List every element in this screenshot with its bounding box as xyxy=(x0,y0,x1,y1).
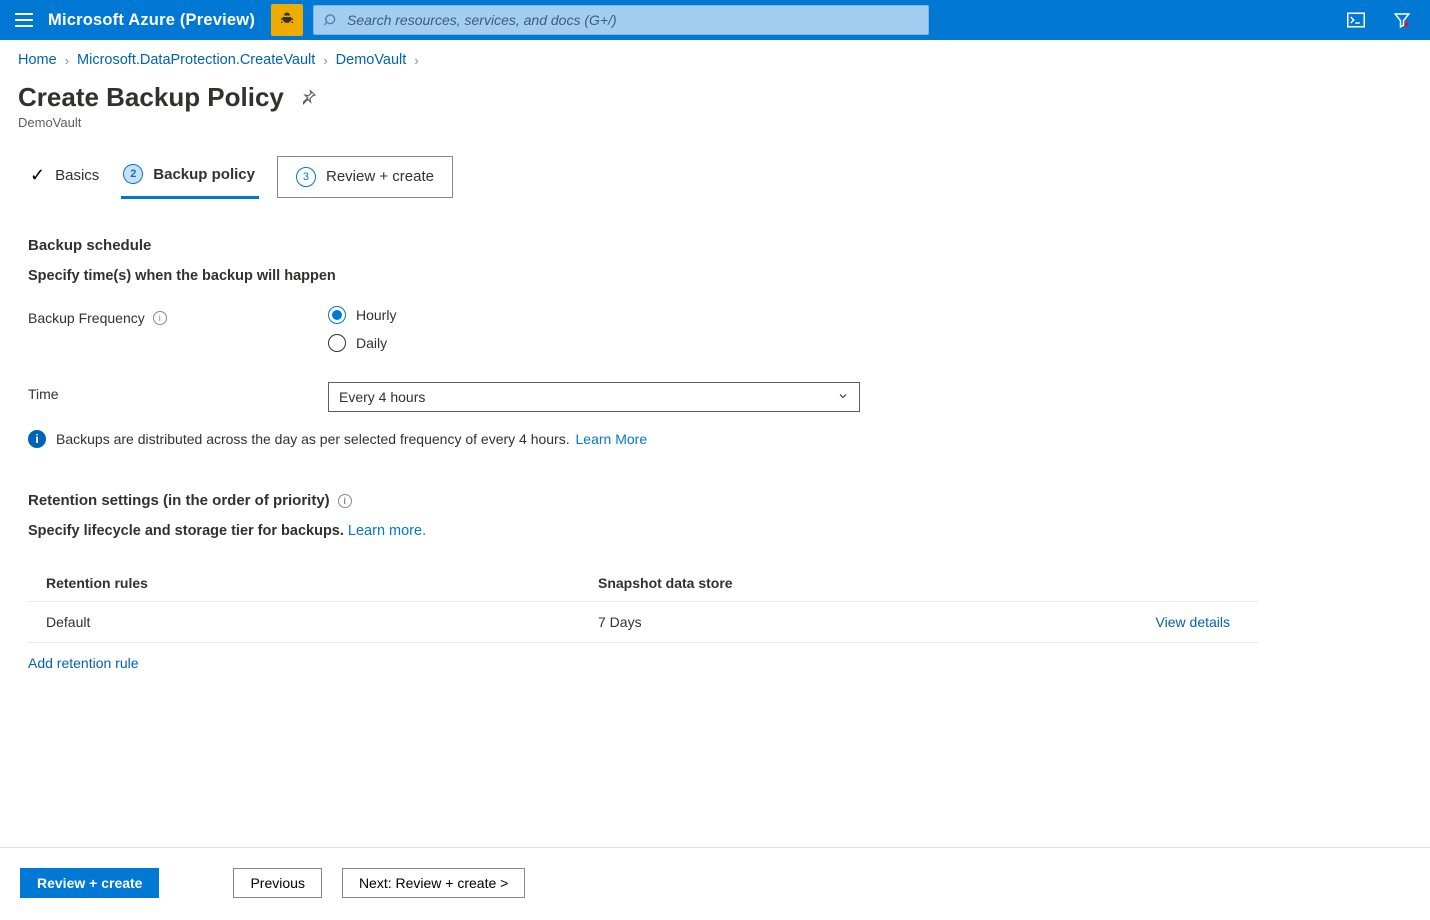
filter-icon xyxy=(1393,11,1411,29)
cloud-shell-icon xyxy=(1347,12,1365,28)
retention-rule-name: Default xyxy=(46,614,598,630)
chevron-right-icon: › xyxy=(65,53,69,68)
chevron-right-icon: › xyxy=(323,53,327,68)
chevron-right-icon: › xyxy=(414,53,418,68)
schedule-info-banner: i Backups are distributed across the day… xyxy=(28,430,1402,448)
step-number-3: 3 xyxy=(296,167,316,187)
search-box[interactable] xyxy=(313,5,929,35)
wizard-footer: Review + create Previous Next: Review + … xyxy=(0,847,1430,920)
retention-section: Retention settings (in the order of prio… xyxy=(28,492,1402,671)
tab-review-create-label: Review + create xyxy=(326,168,434,185)
page-subtitle: DemoVault xyxy=(0,113,1430,154)
col-header-store: Snapshot data store xyxy=(598,575,1068,591)
checkmark-icon: ✓ xyxy=(30,165,45,186)
tab-backup-policy-label: Backup policy xyxy=(153,166,255,183)
page-title-row: Create Backup Policy xyxy=(0,74,1430,113)
schedule-info-text: Backups are distributed across the day a… xyxy=(56,431,570,447)
info-icon[interactable]: i xyxy=(338,494,352,508)
radio-daily[interactable]: Daily xyxy=(328,334,396,352)
info-icon[interactable]: i xyxy=(153,311,167,325)
info-filled-icon: i xyxy=(28,430,46,448)
time-label: Time xyxy=(28,382,328,402)
retention-table-header: Retention rules Snapshot data store xyxy=(28,565,1258,602)
retention-table: Retention rules Snapshot data store Defa… xyxy=(28,565,1258,643)
hamburger-menu-button[interactable] xyxy=(10,6,38,34)
breadcrumb: Home › Microsoft.DataProtection.CreateVa… xyxy=(0,40,1430,74)
step-number-2: 2 xyxy=(123,164,143,184)
radio-hourly[interactable]: Hourly xyxy=(328,306,396,324)
time-row: Time Every 4 hours xyxy=(28,382,1402,412)
brand-label: Microsoft Azure (Preview) xyxy=(48,11,255,30)
top-bar: Microsoft Azure (Preview) xyxy=(0,0,1430,40)
backup-frequency-radio-group: Hourly Daily xyxy=(328,306,396,352)
time-label-text: Time xyxy=(28,386,59,402)
next-button[interactable]: Next: Review + create > xyxy=(342,868,525,898)
main-content: Backup schedule Specify time(s) when the… xyxy=(0,199,1430,691)
view-details-link[interactable]: View details xyxy=(1156,614,1230,630)
retention-learn-more-link[interactable]: Learn more. xyxy=(348,523,426,539)
radio-hourly-control[interactable] xyxy=(328,306,346,324)
schedule-info-learn-more-link[interactable]: Learn More xyxy=(576,431,648,447)
backup-schedule-subheading: Specify time(s) when the backup will hap… xyxy=(28,268,1402,284)
wizard-tabs: ✓ Basics 2 Backup policy 3 Review + crea… xyxy=(0,154,1430,199)
pin-icon xyxy=(300,88,317,105)
retention-heading-row: Retention settings (in the order of prio… xyxy=(28,492,1402,509)
tab-basics[interactable]: ✓ Basics xyxy=(28,155,103,198)
pin-button[interactable] xyxy=(300,88,317,108)
search-input[interactable] xyxy=(347,12,918,28)
retention-subheading-text: Specify lifecycle and storage tier for b… xyxy=(28,523,348,539)
breadcrumb-home[interactable]: Home xyxy=(18,52,57,68)
backup-frequency-label: Backup Frequency i xyxy=(28,306,328,326)
time-select-value: Every 4 hours xyxy=(339,389,425,405)
breadcrumb-createvault[interactable]: Microsoft.DataProtection.CreateVault xyxy=(77,52,315,68)
previous-button[interactable]: Previous xyxy=(233,868,321,898)
radio-daily-label: Daily xyxy=(356,335,387,351)
chevron-down-icon xyxy=(837,389,849,405)
hamburger-icon xyxy=(15,13,33,27)
search-icon xyxy=(324,13,339,28)
add-retention-rule-link[interactable]: Add retention rule xyxy=(28,655,139,671)
breadcrumb-demovault[interactable]: DemoVault xyxy=(336,52,407,68)
time-select[interactable]: Every 4 hours xyxy=(328,382,860,412)
radio-hourly-label: Hourly xyxy=(356,307,396,323)
cloud-shell-button[interactable] xyxy=(1338,2,1374,38)
backup-frequency-label-text: Backup Frequency xyxy=(28,310,145,326)
tab-backup-policy[interactable]: 2 Backup policy xyxy=(121,154,259,199)
retention-subheading: Specify lifecycle and storage tier for b… xyxy=(28,523,1402,539)
bug-icon xyxy=(278,11,296,29)
filter-button[interactable] xyxy=(1384,2,1420,38)
backup-schedule-heading: Backup schedule xyxy=(28,237,1402,254)
review-create-button[interactable]: Review + create xyxy=(20,868,159,898)
backup-frequency-row: Backup Frequency i Hourly Daily xyxy=(28,306,1402,352)
retention-row-default: Default 7 Days View details xyxy=(28,602,1258,643)
col-header-rules: Retention rules xyxy=(46,575,598,591)
retention-heading: Retention settings (in the order of prio… xyxy=(28,492,330,509)
page-title: Create Backup Policy xyxy=(18,82,284,113)
tab-review-create[interactable]: 3 Review + create xyxy=(277,156,453,198)
retention-rule-store: 7 Days xyxy=(598,614,1068,630)
radio-daily-control[interactable] xyxy=(328,334,346,352)
preview-bug-button[interactable] xyxy=(271,4,303,36)
tab-basics-label: Basics xyxy=(55,167,99,184)
